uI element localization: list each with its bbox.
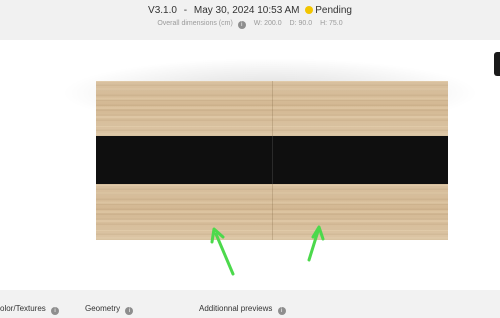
version-label: V3.1.0 [148,5,177,16]
bottom-tab-bar: olor/Textures i Geometry i Additionnal p… [0,290,500,318]
tab-label: olor/Textures [0,304,46,313]
dimension-width: W: 200.0 [253,20,282,27]
tab-label: Additionnal previews [199,304,273,313]
version-date: May 30, 2024 10:53 AM [193,5,300,16]
info-icon[interactable]: i [237,21,246,29]
dimensions-line: Overall dimensions (cm) i W: 200.0 D: 90… [0,20,500,29]
status-label: Pending [315,5,352,16]
3d-viewport[interactable] [0,40,500,290]
status-dot-icon [305,6,314,14]
dimension-depth: D: 90.0 [289,20,313,27]
arrow-right-icon [307,225,325,262]
version-separator: - [183,5,188,16]
dimension-height: H: 75.0 [320,20,343,27]
arrow-left-icon [210,227,235,276]
tab-color-textures[interactable]: olor/Textures i [0,304,60,315]
info-icon[interactable]: i [51,307,60,315]
tab-geometry[interactable]: Geometry i [85,304,134,315]
info-icon[interactable]: i [277,307,286,315]
tab-additional-previews[interactable]: Additionnal previews i [199,304,286,315]
annotation-arrows [210,225,325,276]
tab-label: Geometry [85,304,121,313]
info-icon[interactable]: i [125,307,134,315]
version-line: V3.1.0 - May 30, 2024 10:53 AM Pending [0,5,500,16]
dimensions-label: Overall dimensions (cm) [157,20,233,27]
header-bar: V3.1.0 - May 30, 2024 10:53 AM Pending O… [0,0,500,40]
